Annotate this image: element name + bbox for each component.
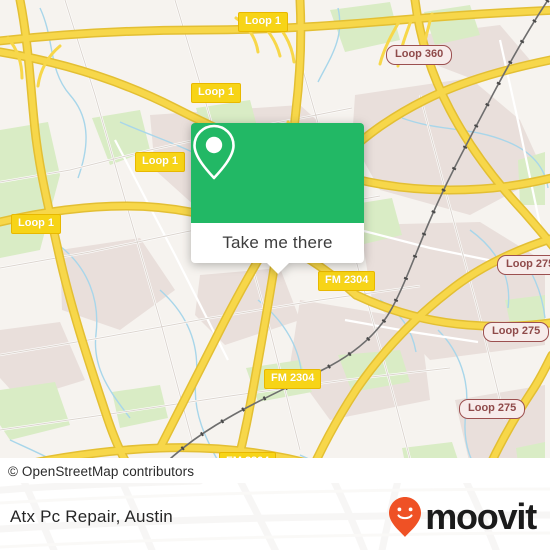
road-label-loop-275-b[interactable]: Loop 275 <box>483 322 550 342</box>
road-label-fm-2304-a[interactable]: FM 2304 <box>318 271 376 291</box>
location-popup-card[interactable]: Take me there <box>191 123 364 274</box>
popup-tail <box>266 263 289 274</box>
take-me-there-button[interactable]: Take me there <box>191 223 364 263</box>
road-label-loop-275-c[interactable]: Loop 275 <box>459 399 526 419</box>
moovit-wordmark: moovit <box>425 495 537 537</box>
footer-bar: Atx Pc Repair, Austin moovit <box>0 483 550 550</box>
popup-header <box>191 123 364 223</box>
road-label-loop-1-a[interactable]: Loop 1 <box>238 12 289 32</box>
road-label-loop-1-b[interactable]: Loop 1 <box>191 83 242 103</box>
map-canvas[interactable]: Loop 1 Loop 360 Loop 1 Loop 1 Loop 1 Loo… <box>0 0 550 483</box>
osm-attribution[interactable]: © OpenStreetMap contributors <box>8 464 194 479</box>
map-pin-icon <box>193 124 235 180</box>
screenshot-root: Loop 1 Loop 360 Loop 1 Loop 1 Loop 1 Loo… <box>0 0 550 550</box>
road-label-loop-1-d[interactable]: Loop 1 <box>11 214 62 234</box>
road-label-fm-2304-b[interactable]: FM 2304 <box>264 369 322 389</box>
moovit-smiley-pin-icon <box>389 496 422 537</box>
road-label-loop-1-c[interactable]: Loop 1 <box>135 152 186 172</box>
moovit-logo[interactable]: moovit <box>388 495 537 538</box>
take-me-there-label: Take me there <box>222 233 333 252</box>
road-label-loop-275-a[interactable]: Loop 275 <box>497 255 550 275</box>
road-label-loop-360[interactable]: Loop 360 <box>386 45 453 65</box>
page-title: Atx Pc Repair, Austin <box>10 506 173 526</box>
